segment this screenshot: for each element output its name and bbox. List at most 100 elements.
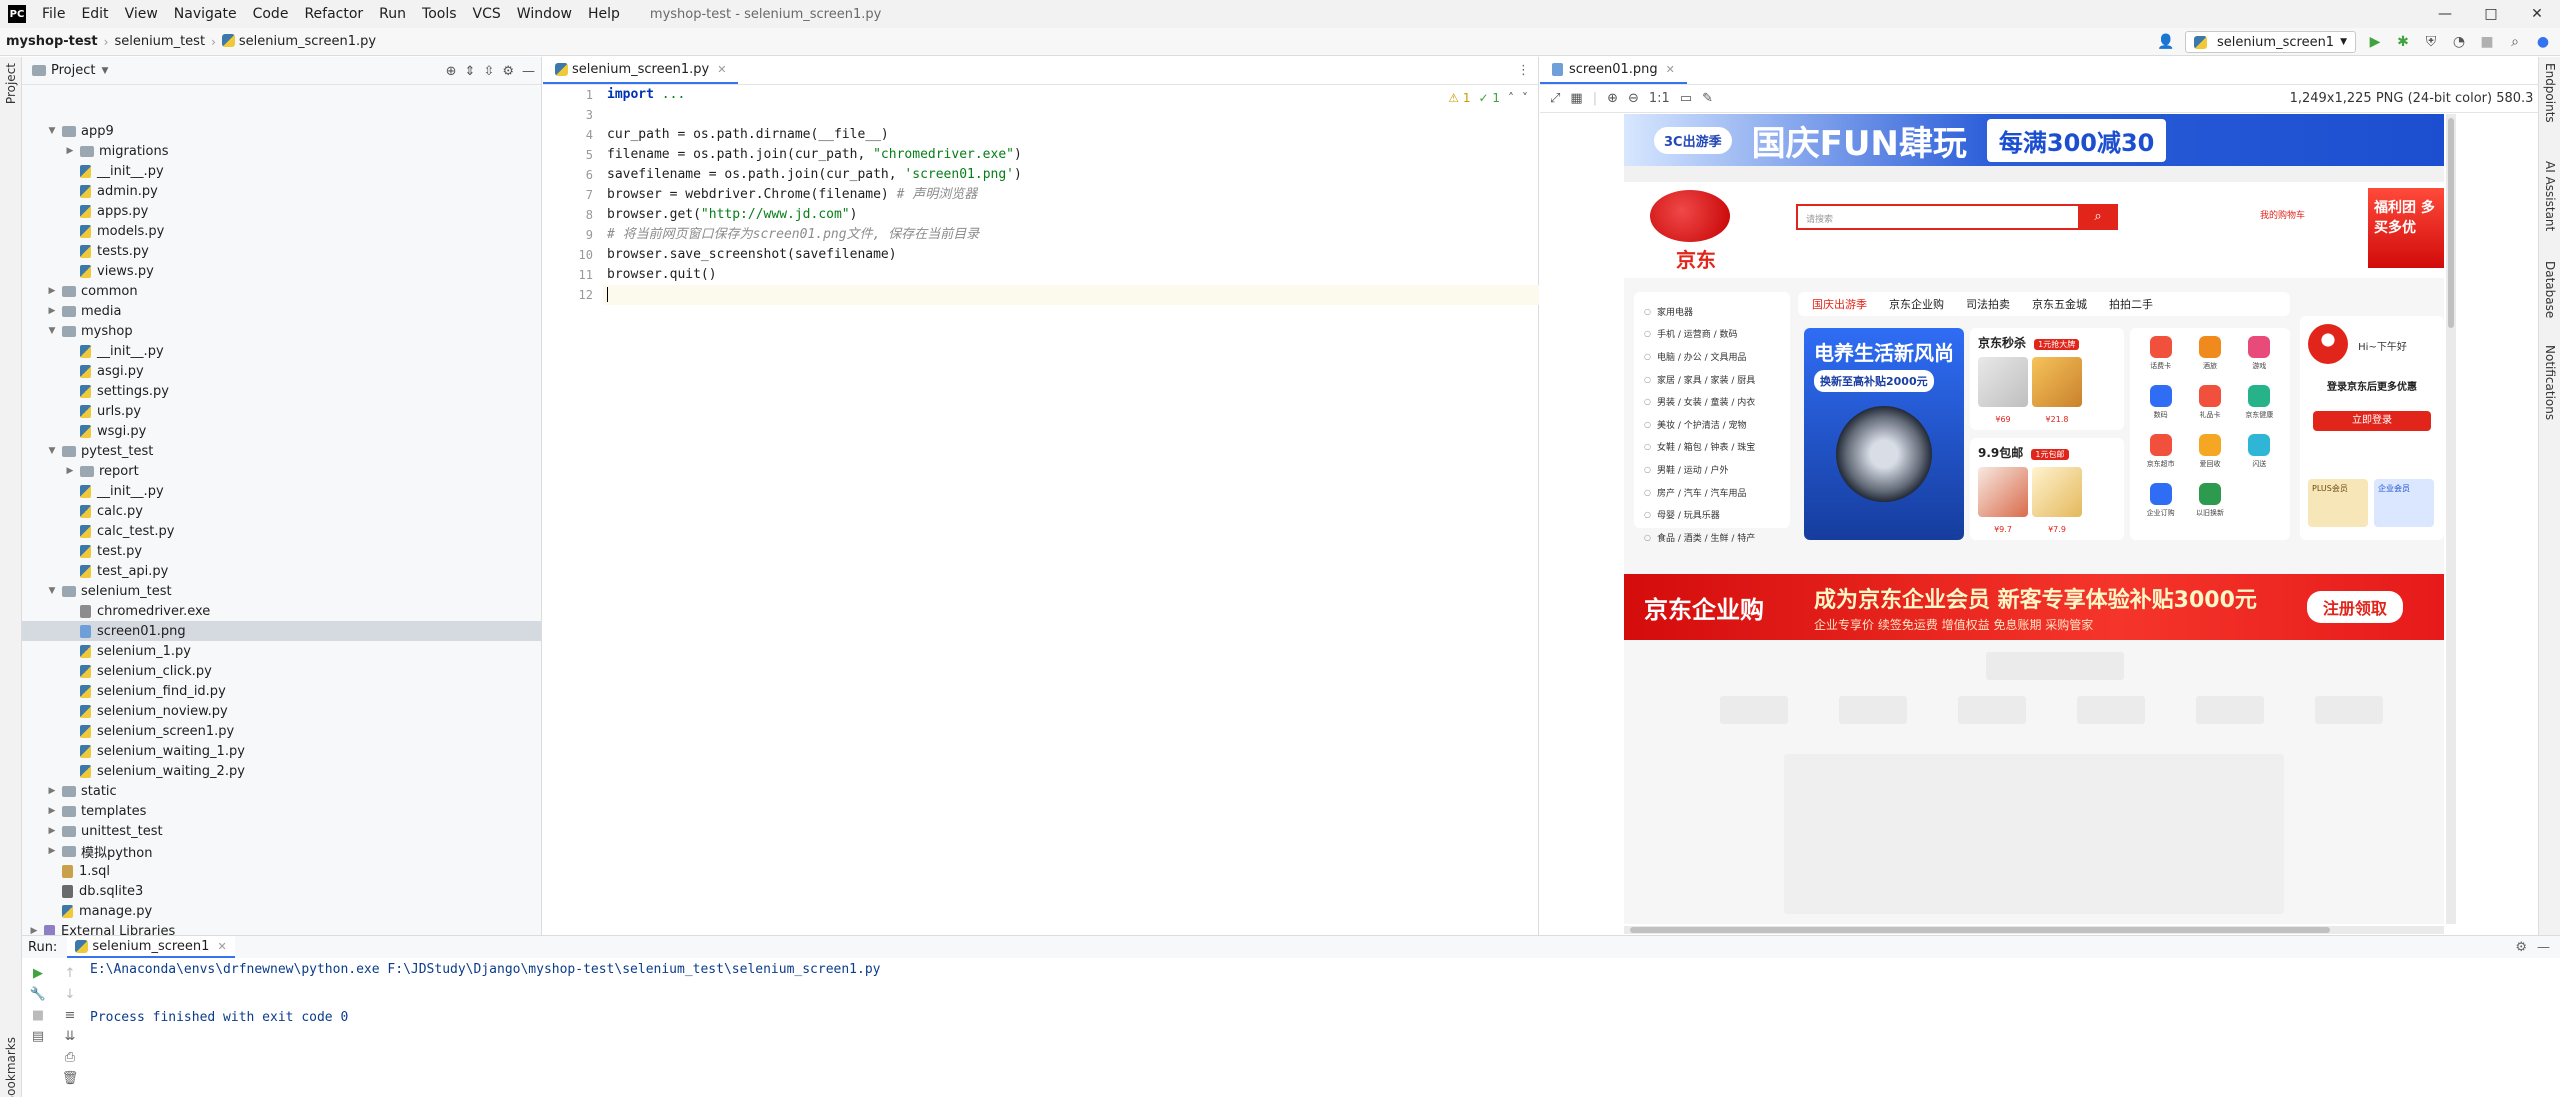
scroll-to-end-icon[interactable]: ⇊ — [65, 1029, 76, 1044]
run-config-selector[interactable]: selenium_screen1 ▼ — [2184, 31, 2356, 53]
hide-icon[interactable]: — — [522, 64, 535, 79]
gear-icon[interactable]: ⚙ — [502, 64, 514, 79]
menu-item[interactable]: Refactor — [296, 6, 371, 22]
maximize-button[interactable]: □ — [2468, 0, 2514, 28]
chevron-down-icon[interactable]: ▼ — [46, 326, 58, 336]
tree-file[interactable]: asgi.py — [22, 361, 541, 381]
tree-file[interactable]: selenium_1.py — [22, 641, 541, 661]
code-area[interactable]: import ... cur_path = os.path.dirname(__f… — [603, 85, 1539, 305]
tree-file[interactable]: urls.py — [22, 401, 541, 421]
code-line[interactable]: import ... — [603, 85, 1539, 105]
code-line[interactable] — [603, 285, 1539, 305]
tree-file[interactable]: tests.py — [22, 241, 541, 261]
tree-file[interactable]: wsgi.py — [22, 421, 541, 441]
run-icon[interactable]: ▶ — [2366, 34, 2384, 50]
chevron-down-icon[interactable]: ▼ — [101, 66, 108, 76]
debug-icon[interactable]: ✱ — [2394, 34, 2412, 50]
tree-file[interactable]: calc.py — [22, 501, 541, 521]
fit-window-icon[interactable]: ▭ — [1680, 91, 1692, 106]
soft-wrap-icon[interactable]: ≡ — [65, 1008, 76, 1023]
tree-file[interactable]: screen01.png — [22, 621, 541, 641]
trash-icon[interactable]: 🗑 — [62, 1071, 79, 1086]
menu-item[interactable]: Code — [245, 6, 297, 22]
code-line[interactable]: savefilename = os.path.join(cur_path, 's… — [603, 165, 1539, 185]
stop-icon[interactable]: ■ — [2478, 34, 2496, 50]
tree-file[interactable]: settings.py — [22, 381, 541, 401]
menu-item[interactable]: Edit — [73, 6, 116, 22]
expand-all-icon[interactable]: ⇕ — [465, 64, 476, 79]
arrow-down-icon[interactable]: ↓ — [65, 987, 76, 1002]
close-icon[interactable]: ✕ — [1666, 63, 1675, 76]
project-panel-title[interactable]: Project — [51, 63, 95, 78]
code-line[interactable] — [603, 105, 1539, 125]
menu-item[interactable]: Tools — [414, 6, 465, 22]
tree-folder[interactable]: ▶ 模拟python — [22, 841, 541, 861]
chevron-right-icon[interactable]: ▶ — [46, 306, 58, 316]
vertical-scrollbar[interactable] — [2446, 114, 2456, 924]
layout-icon[interactable]: ▤ — [32, 1029, 44, 1044]
arrow-up-icon[interactable]: ↑ — [65, 966, 76, 981]
zoom-in-icon[interactable]: ⊕ — [1607, 91, 1618, 106]
horizontal-scrollbar[interactable] — [1624, 926, 2444, 934]
tree-folder[interactable]: ▶ templates — [22, 801, 541, 821]
chevron-right-icon[interactable]: ▶ — [28, 926, 40, 935]
tree-file[interactable]: selenium_screen1.py — [22, 721, 541, 741]
user-icon[interactable]: 👤 — [2157, 34, 2175, 50]
breadcrumb-project[interactable]: myshop-test — [0, 34, 104, 49]
tree-file[interactable]: __init__.py — [22, 161, 541, 181]
tree-file[interactable]: apps.py — [22, 201, 541, 221]
menu-item[interactable]: File — [34, 6, 73, 22]
fit-icon[interactable]: ⤢ — [1550, 91, 1560, 106]
locate-icon[interactable]: ⊕ — [446, 64, 457, 79]
stop-icon[interactable]: ■ — [32, 1008, 44, 1023]
tree-folder[interactable]: ▶ static — [22, 781, 541, 801]
code-line[interactable]: browser.save_screenshot(savefilename) — [603, 245, 1539, 265]
chevron-right-icon[interactable]: ▶ — [64, 146, 76, 156]
actual-size-button[interactable]: 1:1 — [1649, 91, 1670, 106]
tree-folder[interactable]: ▼ myshop — [22, 321, 541, 341]
tree-file[interactable]: selenium_noview.py — [22, 701, 541, 721]
menu-item[interactable]: Window — [509, 6, 580, 22]
profile-icon[interactable]: ◔ — [2450, 34, 2468, 50]
close-button[interactable]: ✕ — [2514, 0, 2560, 28]
tree-file[interactable]: selenium_waiting_2.py — [22, 761, 541, 781]
wrench-icon[interactable]: 🔧 — [30, 987, 46, 1002]
menu-item[interactable]: Navigate — [166, 6, 245, 22]
zoom-out-icon[interactable]: ⊖ — [1628, 91, 1639, 106]
tree-file[interactable]: chromedriver.exe — [22, 601, 541, 621]
tree-folder[interactable]: ▼ app9 — [22, 121, 541, 141]
hide-icon[interactable]: — — [2537, 940, 2550, 955]
tree-file[interactable]: test.py — [22, 541, 541, 561]
breadcrumb-file[interactable]: selenium_screen1.py — [216, 34, 382, 49]
print-icon[interactable]: ⎙ — [65, 1050, 75, 1065]
breadcrumb-folder[interactable]: selenium_test — [108, 34, 211, 49]
bookmarks-tool-button[interactable]: Bookmarks — [4, 1037, 18, 1097]
console-output[interactable]: E:\Anaconda\envs\drfnewnew\python.exe F:… — [90, 958, 881, 1030]
tree-file[interactable]: test_api.py — [22, 561, 541, 581]
chevron-right-icon[interactable]: ▶ — [46, 806, 58, 816]
tree-file[interactable]: views.py — [22, 261, 541, 281]
chevron-right-icon[interactable]: ▶ — [46, 846, 58, 856]
tree-file[interactable]: ▶ External Libraries — [22, 921, 541, 935]
tree-file[interactable]: admin.py — [22, 181, 541, 201]
tree-file[interactable]: models.py — [22, 221, 541, 241]
chevron-right-icon[interactable]: ▶ — [64, 466, 76, 476]
database-tool-button[interactable]: Database — [2543, 261, 2557, 318]
tree-file[interactable]: calc_test.py — [22, 521, 541, 541]
gear-icon[interactable]: ⚙ — [2515, 940, 2527, 955]
tree-file[interactable]: __init__.py — [22, 481, 541, 501]
tree-folder[interactable]: ▶ report — [22, 461, 541, 481]
tree-file[interactable]: 1.sql — [22, 861, 541, 881]
code-line[interactable]: browser.quit() — [603, 265, 1539, 285]
color-picker-icon[interactable]: ✎ — [1702, 91, 1713, 106]
scrollbar-thumb[interactable] — [2448, 118, 2454, 328]
code-line[interactable]: # 将当前网页窗口保存为screen01.png文件, 保存在当前目录 — [603, 225, 1539, 245]
tree-folder[interactable]: ▶ common — [22, 281, 541, 301]
tree-folder[interactable]: ▼ selenium_test — [22, 581, 541, 601]
chevron-down-icon[interactable]: ▼ — [46, 126, 58, 136]
chevron-right-icon[interactable]: ▶ — [46, 786, 58, 796]
run-tab[interactable]: selenium_screen1 ✕ — [67, 936, 235, 958]
menu-item[interactable]: VCS — [465, 6, 509, 22]
search-icon[interactable]: ⌕ — [2506, 34, 2524, 50]
grid-icon[interactable]: ▦ — [1570, 91, 1582, 106]
